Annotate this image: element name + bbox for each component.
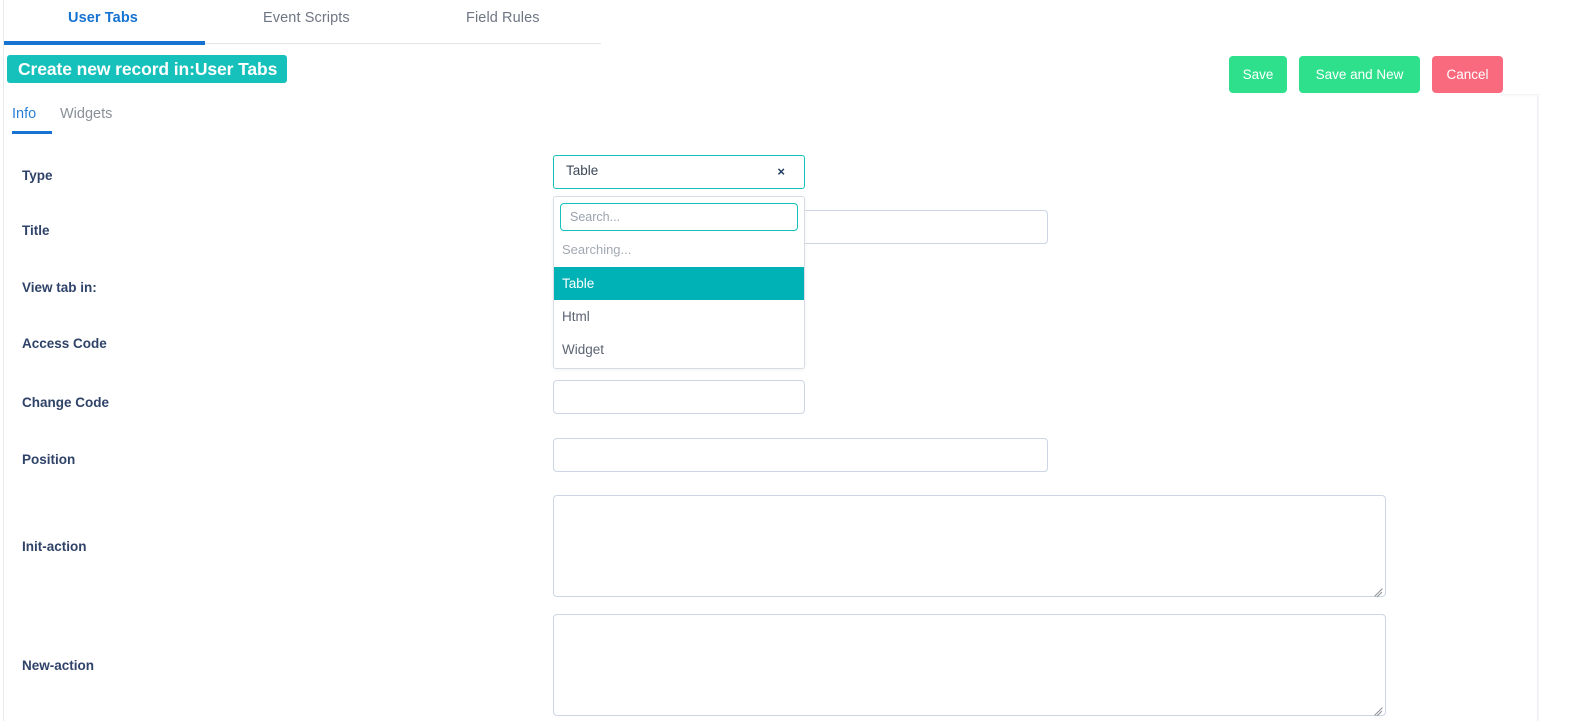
label-title: Title [22,223,50,238]
sub-tab-bar: Info Widgets [0,106,1537,136]
new-action-textarea[interactable] [553,614,1386,716]
tab-user-tabs[interactable]: User Tabs [68,10,138,26]
dropdown-status-text: Searching... [562,242,632,257]
init-action-textarea[interactable] [553,495,1386,597]
tab-event-scripts-label: Event Scripts [263,10,350,26]
type-select[interactable]: Table × [553,155,805,189]
page-title: Create new record in:User Tabs [7,55,288,83]
type-select-value: Table [566,163,599,178]
save-button[interactable]: Save [1229,56,1287,93]
clear-icon[interactable]: × [777,164,785,180]
dropdown-option-html[interactable]: Html [554,300,804,333]
position-input[interactable] [553,438,1048,472]
tab-user-tabs-label: User Tabs [68,10,138,26]
sub-tab-widgets-label: Widgets [60,106,113,122]
sub-tab-info[interactable]: Info [12,106,36,122]
tab-field-rules-label: Field Rules [466,10,540,26]
top-tab-active-indicator [4,41,205,45]
dropdown-option-widget[interactable]: Widget [554,333,804,366]
label-position: Position [22,452,76,467]
sub-tab-info-label: Info [12,106,37,122]
change-code-input[interactable] [553,380,805,414]
dropdown-option-table[interactable]: Table [554,267,804,300]
label-new-action: New-action [22,658,95,673]
app-root: User Tabs Event Scripts Field Rules Crea… [0,0,1580,721]
page-right-gutter [1539,96,1580,721]
sub-tab-active-indicator [12,131,52,134]
top-tab-bar: User Tabs Event Scripts Field Rules [4,0,601,45]
tab-field-rules[interactable]: Field Rules [466,10,540,26]
save-and-new-button[interactable]: Save and New [1299,56,1420,93]
label-view-tab-in: View tab in: [22,280,97,295]
label-init-action: Init-action [22,539,87,554]
panel-top-shadow [1500,94,1540,97]
label-access-code: Access Code [22,336,107,351]
label-type: Type [22,168,53,183]
sub-tab-widgets[interactable]: Widgets [60,106,112,122]
label-change-code: Change Code [22,395,110,410]
tab-event-scripts[interactable]: Event Scripts [263,10,350,26]
search-input[interactable] [560,203,798,231]
cancel-button[interactable]: Cancel [1432,56,1503,93]
type-select-dropdown: Searching... Table Html Widget [553,196,805,369]
